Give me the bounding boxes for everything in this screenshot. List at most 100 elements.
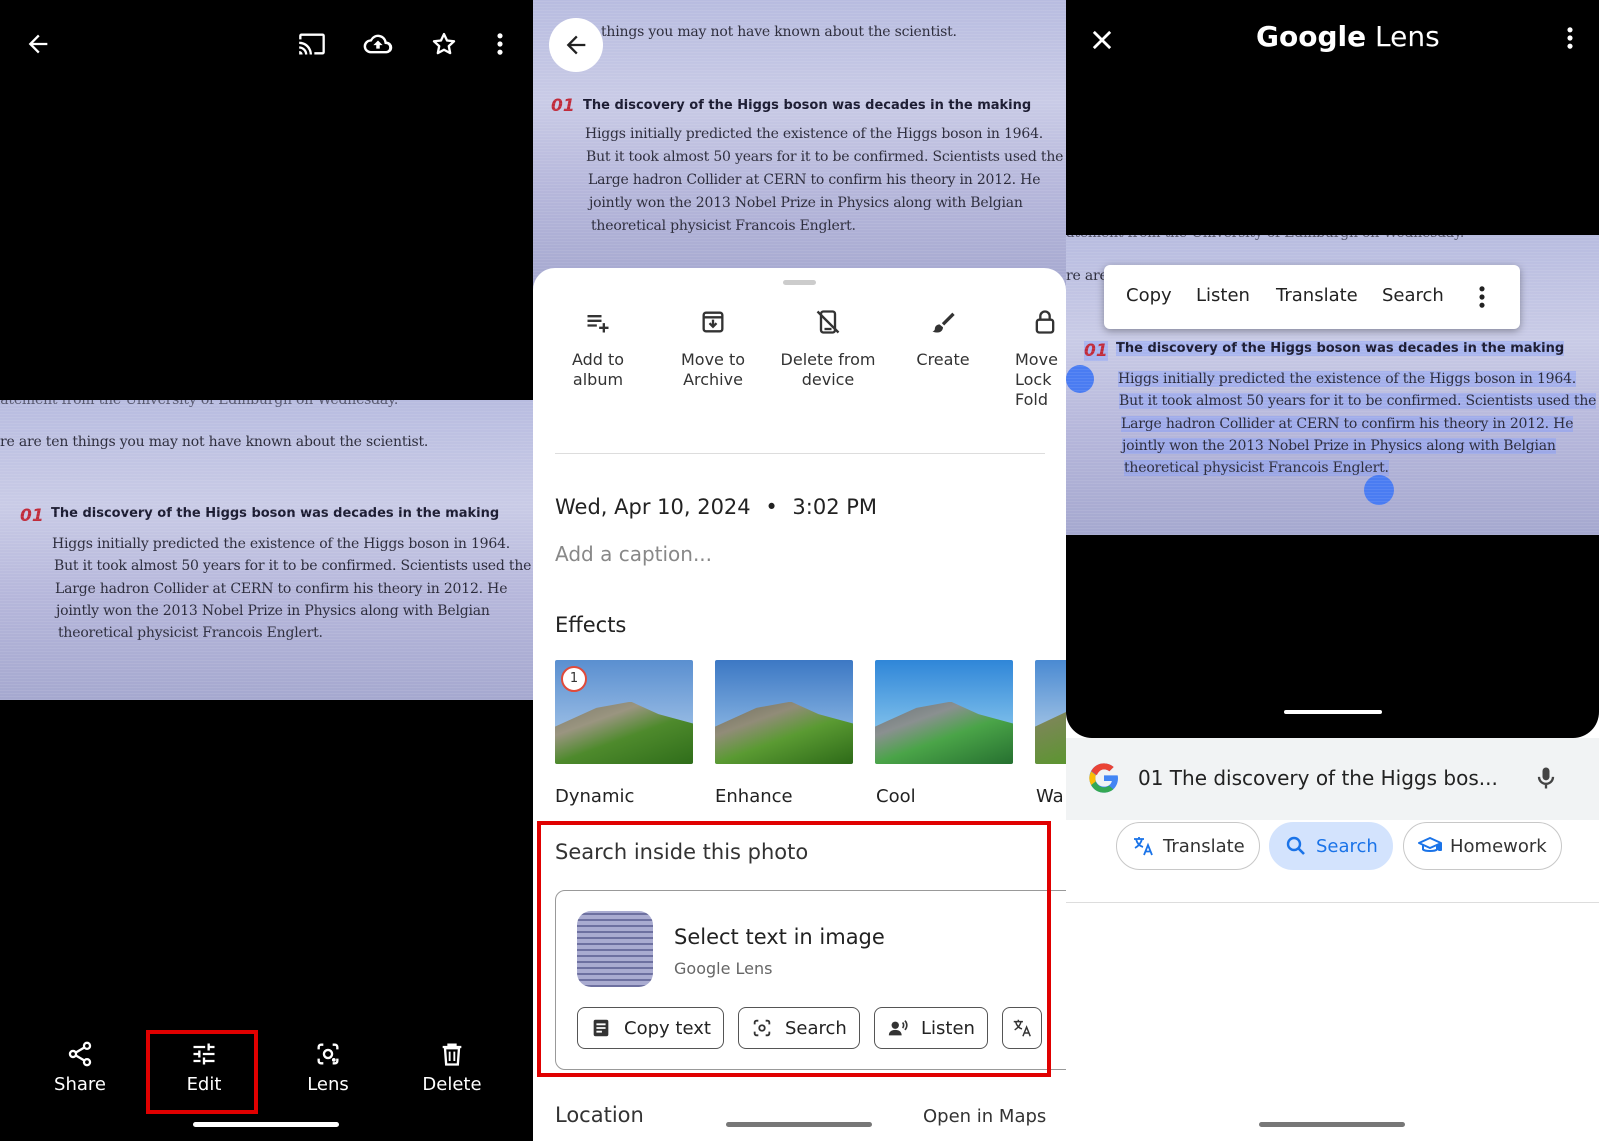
photo-datetime: Wed, Apr 10, 2024 • 3:02 PM — [555, 495, 878, 519]
homework-pill[interactable]: Homework — [1403, 822, 1562, 870]
search-chip[interactable]: Search — [738, 1007, 860, 1049]
lens-icon — [314, 1040, 342, 1068]
menu-search[interactable]: Search — [1382, 285, 1444, 306]
photo-intro-line: things you may not have known about the … — [601, 24, 957, 40]
effect-label: Wa — [1036, 786, 1064, 807]
selection-handle-start[interactable] — [1066, 365, 1094, 393]
info-bottom-sheet: Add to album Move to Archive Delete from de… — [533, 268, 1066, 1141]
add-to-album-button[interactable]: Add to album — [543, 308, 653, 390]
effect-thumb-dynamic[interactable]: 1 — [555, 660, 693, 764]
tune-icon — [190, 1040, 218, 1068]
more-vert-icon[interactable] — [486, 30, 514, 58]
effects-title: Effects — [555, 613, 627, 637]
translate-icon — [1011, 1017, 1033, 1039]
photo-heading: The discovery of the Higgs boson was dec… — [1116, 341, 1565, 356]
photo-line: jointly won the 2013 Nobel Prize in Phys… — [589, 195, 1023, 211]
more-vert-icon[interactable] — [1468, 283, 1496, 311]
photo-line: But it took almost 50 years for it to be… — [1119, 393, 1597, 409]
lens-card[interactable]: Select text in image Google Lens Copy te… — [555, 890, 1066, 1070]
photo-heading: The discovery of the Higgs boson was dec… — [51, 506, 500, 521]
translate-icon — [1131, 834, 1155, 858]
photo-line: Large hadron Collider at CERN to confirm… — [55, 581, 508, 597]
photo-number: 01 — [20, 506, 44, 526]
share-label: Share — [54, 1074, 106, 1095]
caption-input[interactable]: Add a caption... — [555, 542, 712, 566]
photo-number: 01 — [1084, 341, 1108, 361]
back-arrow-icon — [562, 31, 590, 59]
microphone-icon[interactable] — [1532, 764, 1560, 792]
lens-search-bar[interactable]: 01 The discovery of the Higgs bos... — [1066, 738, 1599, 820]
delete-button[interactable]: Delete — [402, 1040, 502, 1095]
photo-line: theoretical physicist Francois Englert. — [591, 218, 856, 234]
effect-label: Enhance — [715, 786, 793, 807]
photo-line: Higgs initially predicted the existence … — [1118, 371, 1577, 387]
lens-thumbnail — [577, 911, 653, 987]
cast-icon[interactable] — [296, 30, 328, 58]
photo-info-panel: things you may not have known about the … — [533, 0, 1066, 1141]
gesture-bar — [1284, 710, 1382, 714]
photo-line: But it took almost 50 years for it to be… — [586, 149, 1064, 165]
move-to-locked-folder-button[interactable]: Move Lock Fold — [1003, 308, 1066, 410]
more-vert-icon[interactable] — [1556, 24, 1584, 52]
photo-line: theoretical physicist Francois Englert. — [58, 625, 323, 641]
photo-heading: The discovery of the Higgs boson was dec… — [583, 98, 1032, 113]
gesture-bar — [193, 1122, 339, 1127]
lock-icon — [1031, 308, 1059, 336]
lens-label: Lens — [307, 1074, 349, 1095]
photo-number: 01 — [551, 96, 575, 116]
menu-translate[interactable]: Translate — [1276, 285, 1358, 306]
photo-line: Large hadron Collider at CERN to confirm… — [588, 172, 1041, 188]
selection-handle-end[interactable] — [1364, 475, 1394, 505]
photo-line: Higgs initially predicted the existence … — [52, 536, 511, 552]
divider — [555, 453, 1045, 454]
photo-line: theoretical physicist Francois Englert. — [1124, 460, 1389, 476]
back-button[interactable] — [549, 18, 603, 72]
delete-from-device-button[interactable]: Delete from device — [773, 308, 883, 390]
share-icon — [66, 1040, 94, 1068]
menu-copy[interactable]: Copy — [1126, 285, 1172, 306]
cloud-upload-icon[interactable] — [362, 30, 394, 58]
homework-icon — [1418, 834, 1442, 858]
edit-label: Edit — [186, 1074, 222, 1095]
menu-listen[interactable]: Listen — [1196, 285, 1250, 306]
effect-label: Dynamic — [555, 786, 635, 807]
effect-thumb-cool[interactable] — [875, 660, 1013, 764]
star-icon[interactable] — [430, 30, 458, 58]
archive-icon — [699, 308, 727, 336]
lens-card-title: Select text in image — [674, 925, 885, 949]
lens-button[interactable]: Lens — [278, 1040, 378, 1095]
brush-icon — [929, 308, 957, 336]
badge-icon: 1 — [561, 666, 587, 692]
sheet-drag-handle[interactable] — [783, 280, 816, 285]
trash-icon — [438, 1040, 466, 1068]
photo-line: jointly won the 2013 Nobel Prize in Phys… — [1122, 438, 1556, 454]
share-button[interactable]: Share — [30, 1040, 130, 1095]
archive-button[interactable]: Move to Archive — [658, 308, 768, 390]
effect-thumb-warm[interactable] — [1035, 660, 1066, 764]
effect-thumb-enhance[interactable] — [715, 660, 853, 764]
edit-button[interactable]: Edit — [154, 1040, 254, 1095]
delete-label: Delete — [422, 1074, 482, 1095]
text-context-menu: Copy Listen Translate Search — [1104, 265, 1520, 329]
copy-text-chip[interactable]: Copy text — [577, 1007, 724, 1049]
photo-viewer-panel: latement from the University of Edinburg… — [0, 0, 533, 1141]
photo-top-line: latement from the University of Edinburg… — [0, 400, 399, 408]
translate-pill[interactable]: Translate — [1116, 822, 1260, 870]
copy-text-icon — [590, 1017, 612, 1039]
divider — [1066, 902, 1599, 903]
search-icon — [1284, 834, 1308, 858]
gesture-bar — [726, 1122, 872, 1127]
open-in-maps-link[interactable]: Open in Maps — [923, 1106, 1046, 1127]
google-g-icon — [1088, 762, 1120, 794]
delete-device-icon — [814, 308, 842, 336]
search-section-title: Search inside this photo — [555, 840, 809, 864]
create-button[interactable]: Create — [888, 308, 998, 370]
effect-label: Cool — [876, 786, 916, 807]
close-icon[interactable] — [1088, 26, 1116, 54]
listen-chip[interactable]: Listen — [874, 1007, 988, 1049]
photo-line: Large hadron Collider at CERN to confirm… — [1121, 416, 1574, 432]
search-pill[interactable]: Search — [1269, 822, 1393, 870]
back-arrow-icon[interactable] — [24, 30, 52, 58]
translate-chip[interactable] — [1002, 1007, 1042, 1049]
photo-date: Wed, Apr 10, 2024 — [555, 495, 751, 519]
